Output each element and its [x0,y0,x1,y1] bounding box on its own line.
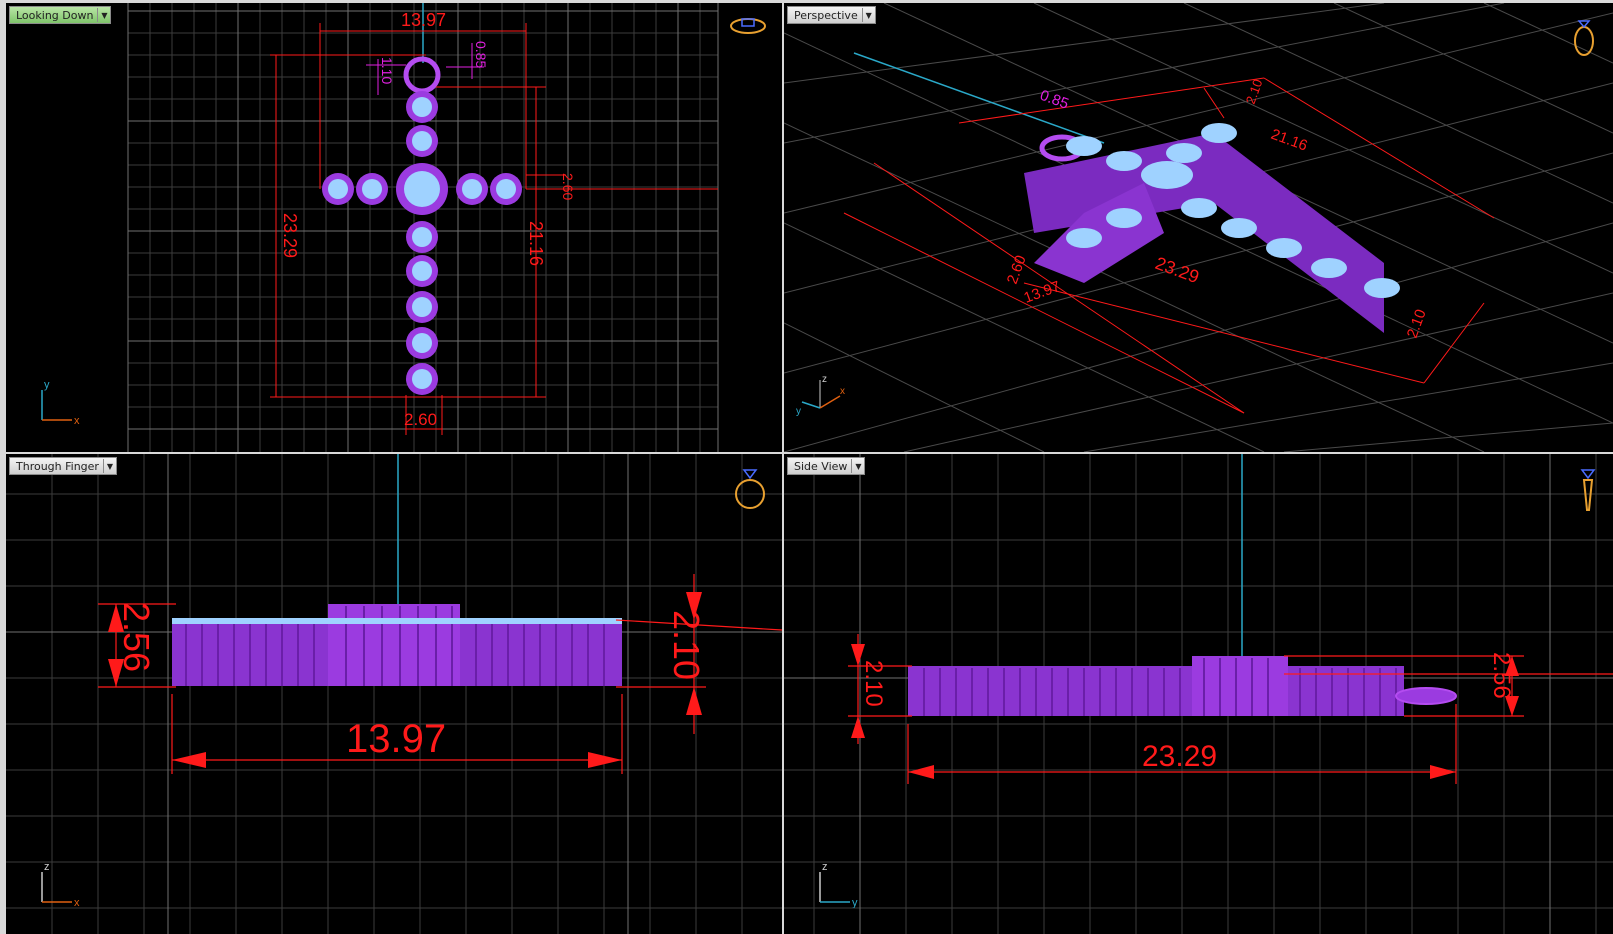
dim-persp-6: 2.10 [1404,307,1430,340]
axis-label-z: z [44,861,50,873]
dim-front-width: 13.97 [346,717,446,761]
dim-persp-3: 23.29 [1153,253,1202,287]
dim-top-width: 13.97 [401,10,446,30]
dim-persp-2: 21.16 [1269,126,1310,155]
axis-indicator-top: y x [41,379,80,426]
ring-side-icon [1580,469,1596,511]
dim-top-bottom-width: 2.60 [404,410,437,429]
axis-label-z: z [822,861,828,873]
viewport-label-side-view[interactable]: Side View ▼ [787,457,866,475]
axis-indicator-side: z y [819,861,858,908]
axis-label-y: y [852,897,858,908]
chevron-down-icon[interactable]: ▼ [102,459,116,473]
dim-top-bail-inner: 0.85 [473,41,489,68]
dim-top-bail-outer: 1.10 [379,57,395,84]
dim-persp-7: 2.10 [1243,77,1266,106]
chevron-down-icon[interactable]: ▼ [861,8,875,22]
axis-label-z: z [822,374,827,385]
viewport-title: Looking Down [16,8,94,22]
dim-top-height: 23.29 [280,213,300,258]
viewport-looking-down[interactable]: 13.97 23.29 21.16 1.10 0.85 2.60 2.60 Lo… [6,3,782,452]
dim-top-arm-height: 21.16 [526,221,546,266]
ring-top-icon [730,18,766,34]
viewport-through-finger[interactable]: 2.56 2.10 13.97 Through Finger ▼ z x [6,454,782,934]
dim-side-height-left: 2.10 [860,660,887,707]
axis-label-x: x [74,415,80,426]
ring-perspective-icon [1574,20,1594,56]
chevron-down-icon[interactable]: ▼ [97,8,110,22]
viewport-perspective[interactable]: 0.85 21.16 23.29 2.60 13.97 2.10 2.10 Pe… [784,3,1613,452]
axis-indicator-perspective: z y x [796,374,845,417]
dim-persp-4: 2.60 [1004,253,1030,286]
viewport-label-looking-down[interactable]: Looking Down ▼ [9,6,112,24]
viewport-title: Through Finger [16,459,99,473]
chevron-down-icon[interactable]: ▼ [851,459,864,473]
dim-labels-top: 13.97 23.29 21.16 1.10 0.85 2.60 2.60 [280,10,576,429]
dim-labels-front: 2.56 2.10 13.97 [116,602,707,761]
axis-label-y: y [796,406,801,417]
axis-label-x: x [74,897,80,908]
dim-side-length: 23.29 [1142,740,1217,773]
dim-front-height-right: 2.10 [666,610,707,680]
dim-top-bar-width: 2.60 [560,173,576,200]
ring-front-icon [735,469,765,509]
viewport-label-perspective[interactable]: Perspective ▼ [787,6,876,24]
viewport-label-through-finger[interactable]: Through Finger ▼ [9,457,117,475]
viewport-side-view[interactable]: 2.10 2.56 23.29 Side View ▼ z y [784,454,1613,934]
axis-label-y: y [44,379,50,391]
viewport-title: Perspective [794,8,858,22]
dim-labels-perspective: 0.85 21.16 23.29 2.60 13.97 2.10 2.10 [1004,77,1430,340]
dim-persp-5: 13.97 [1022,278,1063,307]
axis-indicator-front: z x [41,861,80,908]
axis-label-x: x [840,386,845,397]
dim-front-height-left: 2.56 [116,602,157,672]
dim-side-height-right: 2.56 [1488,652,1515,699]
viewport-title: Side View [794,459,848,473]
dim-persp-1: 0.85 [1038,87,1071,113]
dim-labels-side: 2.10 2.56 23.29 [860,652,1515,773]
